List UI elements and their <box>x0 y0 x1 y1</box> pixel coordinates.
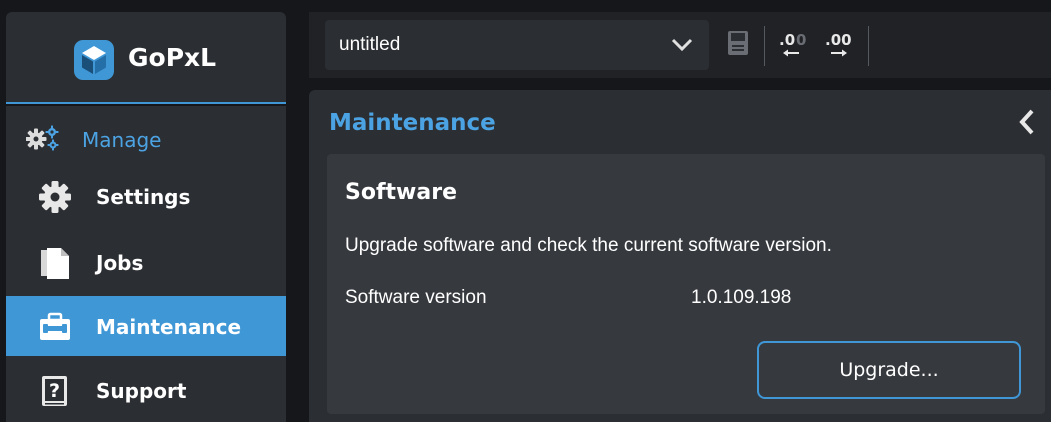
toolbox-icon <box>40 312 70 340</box>
chevron-left-icon[interactable] <box>1017 108 1037 136</box>
gear-icon <box>39 181 71 213</box>
software-version-value: 1.0.109.198 <box>691 287 792 308</box>
sidebar-item-label: Maintenance <box>96 315 242 339</box>
sidebar-item-support[interactable]: ? Support <box>6 360 286 420</box>
sidebar-nav: Manage Settings Jobs Maintenance ? Suppo… <box>6 106 286 422</box>
gears-icon <box>26 125 59 151</box>
svg-text:.00: .00 <box>825 31 852 49</box>
software-card-title: Software <box>345 180 457 205</box>
sidebar-item-jobs[interactable]: Jobs <box>6 232 286 292</box>
sidebar: GoPxL Manage Settings Jobs Maintenance ?… <box>0 0 290 422</box>
svg-text:.0: .0 <box>779 31 795 49</box>
job-select[interactable]: untitled <box>325 20 709 70</box>
sidebar-item-label: Settings <box>96 185 191 209</box>
logo-text: GoPxL <box>128 43 217 72</box>
page-title: Maintenance <box>329 110 496 136</box>
software-description: Upgrade software and check the current s… <box>345 235 832 256</box>
save-icon[interactable] <box>727 30 749 56</box>
upgrade-button[interactable]: Upgrade... <box>757 341 1021 399</box>
gopxl-logo-icon <box>74 40 114 80</box>
logo-panel: GoPxL <box>6 12 286 104</box>
software-card: Software Upgrade software and check the … <box>327 154 1045 414</box>
decimal-increase-icon[interactable]: .00 <box>823 28 853 62</box>
sidebar-item-settings[interactable]: Settings <box>6 166 286 226</box>
chevron-down-icon[interactable] <box>671 37 693 53</box>
toolbar-separator <box>868 26 869 66</box>
sidebar-item-maintenance[interactable]: Maintenance <box>6 296 286 356</box>
document-icon <box>41 248 69 279</box>
toolbar: untitled .0 0 .00 <box>309 12 1051 78</box>
sidebar-section-manage[interactable]: Manage <box>6 106 286 166</box>
sidebar-section-label: Manage <box>82 128 162 152</box>
svg-text:0: 0 <box>796 31 806 49</box>
sidebar-item-label: Support <box>96 379 187 403</box>
help-book-icon: ? <box>42 376 67 406</box>
toolbar-separator <box>764 26 765 66</box>
job-select-value: untitled <box>339 34 401 55</box>
svg-text:?: ? <box>49 380 60 402</box>
sidebar-item-label: Jobs <box>96 251 144 275</box>
maintenance-panel: Maintenance Software Upgrade software an… <box>309 90 1051 422</box>
software-version-label: Software version <box>345 287 487 308</box>
decimal-decrease-icon[interactable]: .0 0 <box>777 28 807 62</box>
